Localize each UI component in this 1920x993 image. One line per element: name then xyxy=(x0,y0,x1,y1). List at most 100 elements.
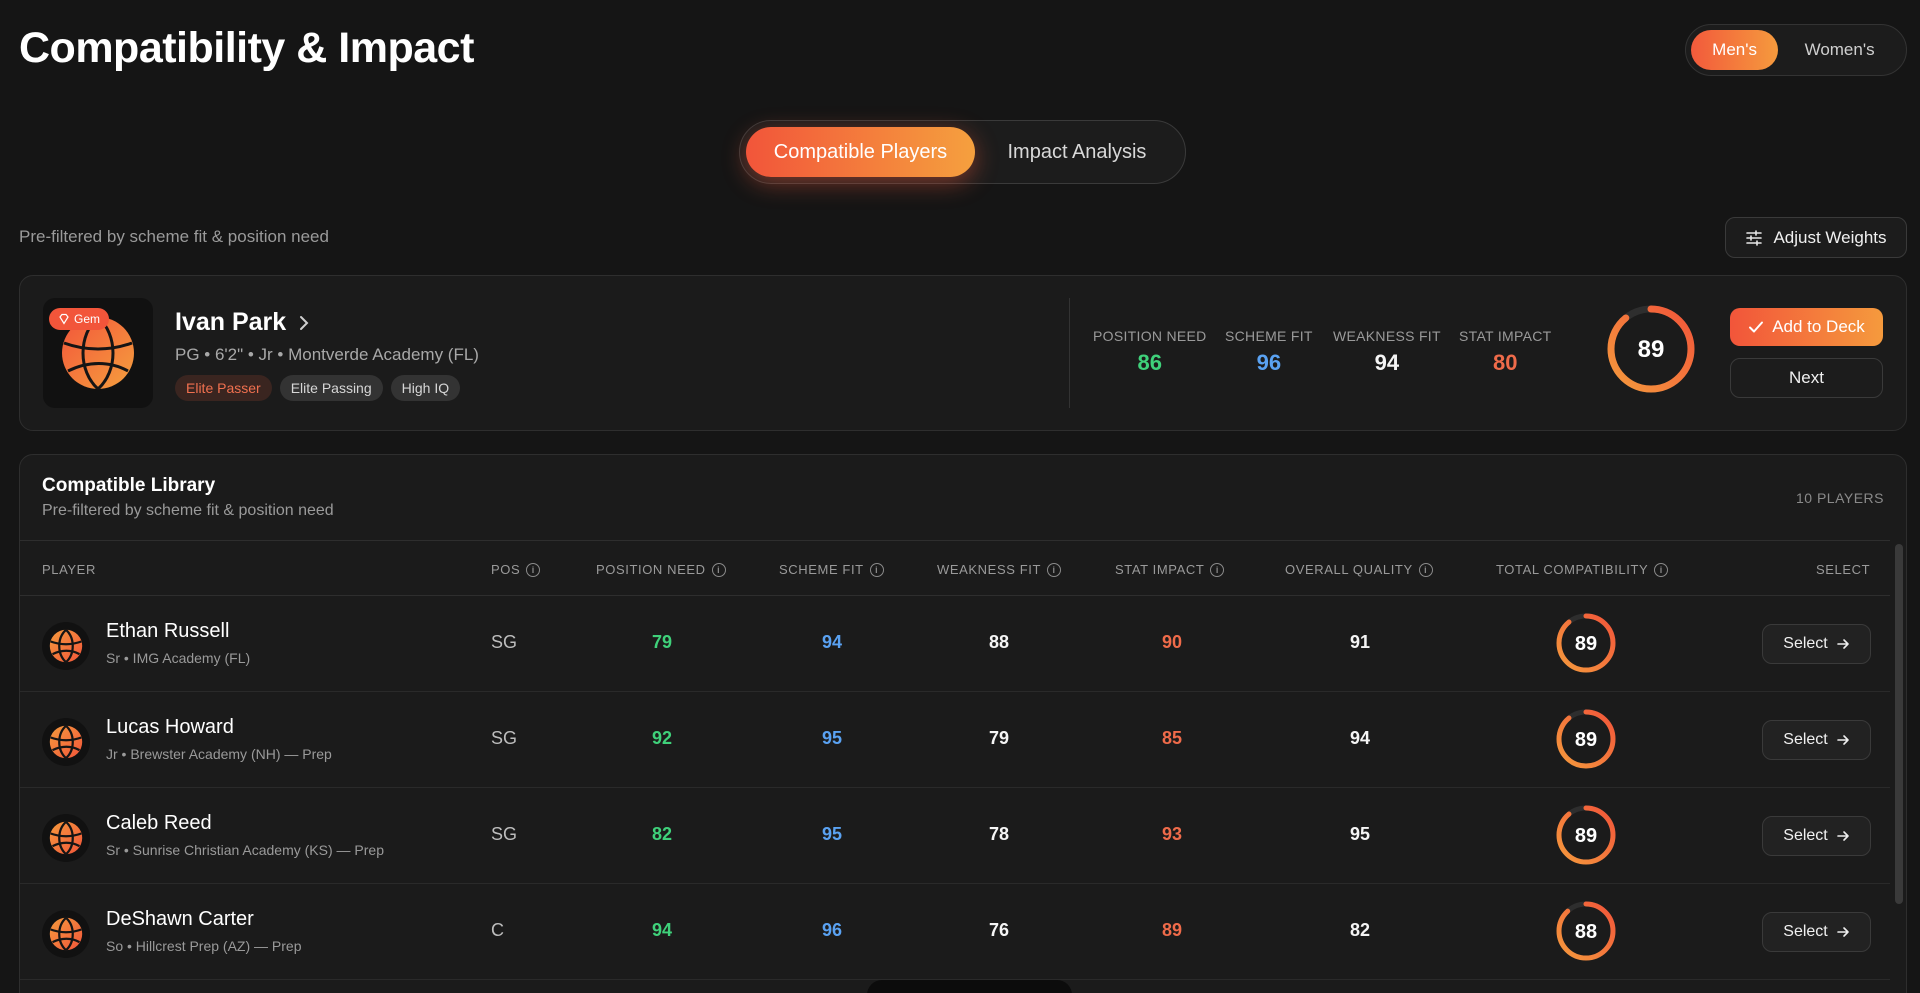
player-name[interactable]: Lucas Howard xyxy=(106,716,234,739)
cell-overall-quality: 82 xyxy=(1349,920,1371,940)
info-icon[interactable]: i xyxy=(1654,562,1669,577)
library-count: 10 PLAYERS xyxy=(1795,490,1884,506)
tab-impact-analysis[interactable]: Impact Analysis xyxy=(975,127,1179,177)
total-compatibility-ring: 89 xyxy=(1556,709,1616,769)
featured-player-meta: PG • 6'2" • Jr • Montverde Academy (FL) xyxy=(175,345,479,364)
cell-scheme-fit: 95 xyxy=(821,824,843,844)
col-player: PLAYER xyxy=(42,562,96,577)
basketball-icon xyxy=(49,820,83,856)
player-avatar xyxy=(42,718,90,766)
total-compatibility-label: 89 xyxy=(1575,825,1597,847)
info-icon[interactable]: i xyxy=(1418,562,1433,577)
featured-player-card: Gem Ivan Park PG • 6'2" • Jr • Montverde… xyxy=(19,275,1907,431)
prefilter-note: Pre-filtered by scheme fit & position ne… xyxy=(19,227,329,246)
col-stat-impact[interactable]: STAT IMPACT i xyxy=(1115,562,1225,577)
featured-score-label: 89 xyxy=(1638,336,1665,363)
col-position-need[interactable]: POSITION NEED i xyxy=(596,562,726,577)
total-compatibility-label: 89 xyxy=(1575,633,1597,655)
gem-badge: Gem xyxy=(49,308,110,330)
total-compatibility-ring: 88 xyxy=(1556,901,1616,961)
adjust-weights-button[interactable]: Adjust Weights xyxy=(1725,217,1907,258)
table-row[interactable]: Ethan Russell Sr • IMG Academy (FL) SG 7… xyxy=(20,596,1890,692)
next-button[interactable]: Next xyxy=(1730,358,1883,398)
player-meta: Sr • Sunrise Christian Academy (KS) — Pr… xyxy=(106,842,384,858)
cell-stat-impact: 85 xyxy=(1161,728,1183,748)
adjust-weights-label: Adjust Weights xyxy=(1773,227,1887,247)
table-row[interactable]: Lucas Howard Jr • Brewster Academy (NH) … xyxy=(20,692,1890,788)
select-label: Select xyxy=(1783,635,1828,652)
player-avatar xyxy=(42,814,90,862)
info-icon[interactable]: i xyxy=(526,562,541,577)
sliders-icon xyxy=(1746,229,1763,246)
select-label: Select xyxy=(1783,731,1828,748)
mens-toggle-button[interactable]: Men's xyxy=(1691,30,1779,70)
select-button[interactable]: Select xyxy=(1762,816,1871,856)
col-overall-quality[interactable]: OVERALL QUALITY i xyxy=(1285,562,1433,577)
col-weakness-fit[interactable]: WEAKNESS FIT i xyxy=(937,562,1061,577)
cell-pos: C xyxy=(491,920,504,940)
basketball-icon xyxy=(49,628,83,664)
metric-value: 96 xyxy=(1256,350,1282,375)
library-scrollbar[interactable] xyxy=(1893,540,1905,993)
cell-scheme-fit: 94 xyxy=(821,632,843,652)
tab-compatible-players[interactable]: Compatible Players xyxy=(746,127,975,177)
cell-position-need: 79 xyxy=(651,632,673,652)
featured-name-text: Ivan Park xyxy=(175,308,287,336)
metric-label: WEAKNESS FIT xyxy=(1333,328,1441,344)
cell-weakness-fit: 76 xyxy=(988,920,1010,940)
col-total-compatibility[interactable]: TOTAL COMPATIBILITY i xyxy=(1496,562,1669,577)
metric-stat-impact: STAT IMPACT 80 xyxy=(1459,328,1552,376)
metric-position-need: POSITION NEED 86 xyxy=(1093,328,1207,376)
womens-toggle-button[interactable]: Women's xyxy=(1778,30,1901,70)
select-button[interactable]: Select xyxy=(1762,912,1871,952)
table-row[interactable]: DeShawn Carter So • Hillcrest Prep (AZ) … xyxy=(20,884,1890,980)
metric-label: SCHEME FIT xyxy=(1225,328,1313,344)
info-icon[interactable]: i xyxy=(711,562,726,577)
featured-player-name[interactable]: Ivan Park xyxy=(175,308,310,337)
featured-score-ring: 89 xyxy=(1607,305,1695,393)
player-meta: Sr • IMG Academy (FL) xyxy=(106,650,251,666)
select-label: Select xyxy=(1783,827,1828,844)
cell-position-need: 92 xyxy=(651,728,673,748)
player-avatar xyxy=(42,622,90,670)
view-tabs: Compatible Players Impact Analysis xyxy=(739,120,1186,184)
col-pos[interactable]: POS i xyxy=(491,562,541,577)
cell-pos: SG xyxy=(491,824,518,844)
gem-icon xyxy=(59,313,69,325)
bottom-floating-pill xyxy=(867,980,1072,993)
info-icon[interactable]: i xyxy=(869,562,884,577)
library-title: Compatible Library xyxy=(42,475,216,496)
gender-toggle: Men's Women's xyxy=(1685,24,1907,76)
col-scheme-fit[interactable]: SCHEME FIT i xyxy=(779,562,884,577)
arrow-right-icon xyxy=(1836,639,1849,649)
cell-weakness-fit: 79 xyxy=(988,728,1010,748)
total-compatibility-label: 88 xyxy=(1575,921,1597,943)
col-select: SELECT xyxy=(1816,562,1871,577)
cell-stat-impact: 93 xyxy=(1161,824,1183,844)
info-icon[interactable]: i xyxy=(1047,562,1061,577)
table-header: PLAYER POS i POSITION NEED i SCHEME FIT i W… xyxy=(20,540,1890,596)
page-title: Compatibility & Impact xyxy=(19,24,474,72)
total-compatibility-ring: 89 xyxy=(1556,805,1616,865)
add-to-deck-label: Add to Deck xyxy=(1772,317,1865,336)
cell-overall-quality: 94 xyxy=(1349,728,1371,748)
chevron-right-icon xyxy=(300,315,309,330)
add-to-deck-button[interactable]: Add to Deck xyxy=(1730,308,1883,346)
featured-avatar: Gem xyxy=(43,298,153,408)
basketball-icon xyxy=(49,916,83,952)
table-row[interactable]: Caleb Reed Sr • Sunrise Christian Academ… xyxy=(20,788,1890,884)
player-name[interactable]: Ethan Russell xyxy=(106,620,229,643)
tag-elite-passer: Elite Passer xyxy=(175,375,272,401)
select-button[interactable]: Select xyxy=(1762,720,1871,760)
scrollbar-thumb[interactable] xyxy=(1895,544,1903,904)
cell-stat-impact: 90 xyxy=(1161,632,1183,652)
info-icon[interactable]: i xyxy=(1210,562,1225,577)
player-name[interactable]: Caleb Reed xyxy=(106,812,212,835)
metric-label: STAT IMPACT xyxy=(1459,328,1552,344)
tag-elite-passing: Elite Passing xyxy=(279,375,383,401)
gem-label: Gem xyxy=(74,312,101,326)
metric-label: POSITION NEED xyxy=(1093,328,1207,344)
player-name[interactable]: DeShawn Carter xyxy=(106,908,254,931)
compatible-library-panel: Compatible Library Pre-filtered by schem… xyxy=(19,454,1907,993)
select-button[interactable]: Select xyxy=(1762,624,1871,664)
